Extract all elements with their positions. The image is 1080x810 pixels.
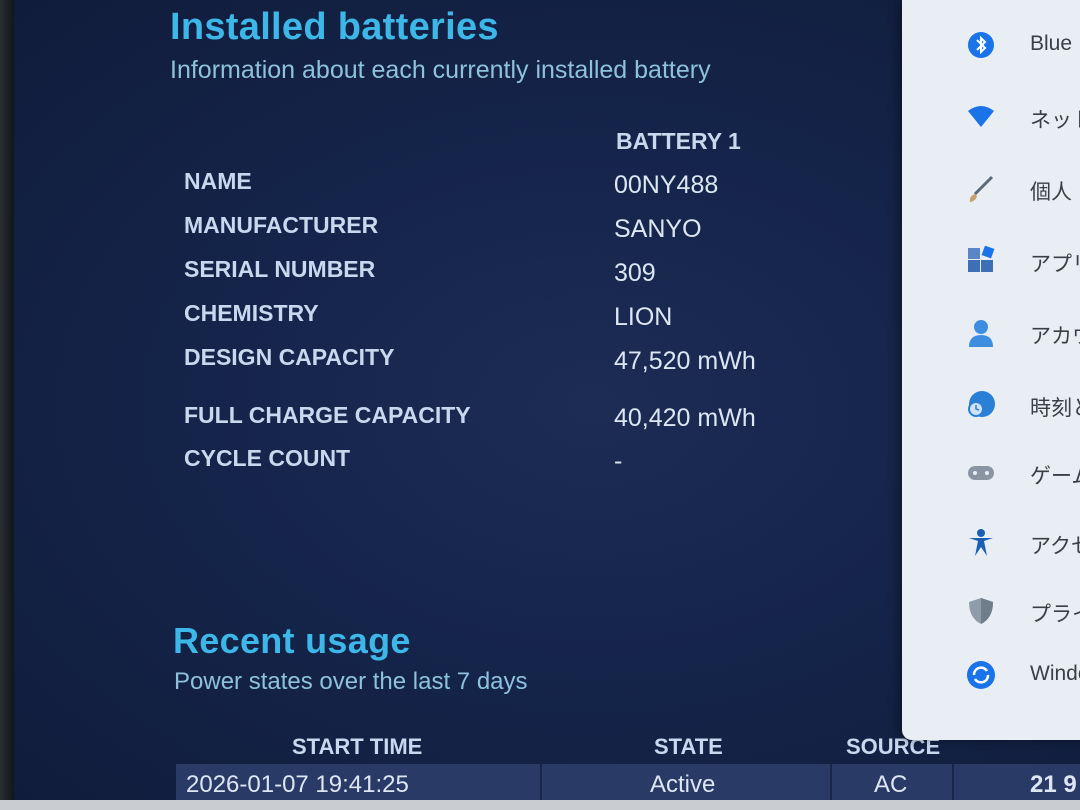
nav-label: プライバ <box>1030 603 1080 626</box>
row-label-cycle-count: CYCLE COUNT <box>184 445 351 471</box>
row-label-serial-number: SERIAL NUMBER <box>184 256 376 282</box>
cell-separator <box>830 764 832 802</box>
apps-icon <box>966 246 996 276</box>
row-value-full-charge-capacity: 40,420 mWh <box>614 404 756 432</box>
account-icon <box>966 318 996 348</box>
gamepad-icon <box>966 458 996 488</box>
nav-label: ゲーム <box>1030 465 1080 488</box>
brush-icon <box>966 174 996 204</box>
screen-bezel <box>0 0 14 810</box>
row-value-name: 00NY488 <box>614 171 719 199</box>
row-value-design-capacity: 47,520 mWh <box>614 347 756 375</box>
nav-label: 時刻と <box>1030 397 1080 420</box>
clock-globe-icon <box>966 390 996 420</box>
nav-label: 個人 <box>1030 181 1072 204</box>
nav-label: Windo <box>1030 662 1080 685</box>
wifi-icon <box>966 102 996 132</box>
row-value-cycle-count: - <box>614 447 623 475</box>
nav-label: アプリ <box>1030 253 1080 276</box>
installed-batteries-title: Installed batteries <box>170 6 499 48</box>
nav-label: ネット <box>1030 109 1080 132</box>
row-label-manufacturer: MANUFACTURER <box>184 212 379 238</box>
cell-separator <box>952 764 954 802</box>
nav-item-personalization[interactable]: 個人 <box>902 166 1080 216</box>
nav-label: Blue <box>1030 32 1073 55</box>
settings-nav-panel: Blue ネット 個人 アプリ アカウ 時刻と ゲーム <box>902 0 1080 740</box>
nav-item-bluetooth[interactable]: Blue <box>902 22 1080 72</box>
nav-item-network[interactable]: ネット <box>902 94 1080 144</box>
nav-label: アクセシ <box>1030 535 1080 558</box>
nav-item-privacy[interactable]: プライバ <box>902 588 1080 638</box>
installed-batteries-subtitle: Information about each currently install… <box>170 56 711 84</box>
cell-separator <box>540 764 542 802</box>
nav-item-accounts[interactable]: アカウ <box>902 310 1080 360</box>
cell-source: AC <box>874 771 908 798</box>
accessibility-icon <box>966 528 996 558</box>
windows-update-icon <box>966 660 996 690</box>
battery-column-header: BATTERY 1 <box>616 128 741 154</box>
window-bottom-edge <box>0 800 1080 810</box>
cell-start-time: 2026-01-07 19:41:25 <box>186 771 409 798</box>
nav-item-accessibility[interactable]: アクセシ <box>902 520 1080 570</box>
nav-label: アカウ <box>1030 325 1080 348</box>
cell-duration: 21 9 <box>1030 771 1077 798</box>
recent-usage-title: Recent usage <box>173 620 411 661</box>
row-label-design-capacity: DESIGN CAPACITY <box>184 344 395 370</box>
row-label-name: NAME <box>184 168 252 194</box>
row-label-chemistry: CHEMISTRY <box>184 300 319 326</box>
cell-state: Active <box>650 771 716 798</box>
shield-icon <box>966 596 996 626</box>
row-value-serial-number: 309 <box>614 259 656 287</box>
row-value-chemistry: LION <box>614 303 673 331</box>
nav-item-gaming[interactable]: ゲーム <box>902 450 1080 500</box>
header-start-time: START TIME <box>292 734 423 759</box>
row-label-full-charge-capacity: FULL CHARGE CAPACITY <box>184 402 471 428</box>
nav-item-apps[interactable]: アプリ <box>902 238 1080 288</box>
row-value-manufacturer: SANYO <box>614 215 702 243</box>
header-state: STATE <box>654 734 723 759</box>
nav-item-windows-update[interactable]: Windo <box>902 652 1080 702</box>
bluetooth-icon <box>966 30 996 60</box>
recent-usage-subtitle: Power states over the last 7 days <box>174 668 528 695</box>
nav-item-time-language[interactable]: 時刻と <box>902 382 1080 432</box>
